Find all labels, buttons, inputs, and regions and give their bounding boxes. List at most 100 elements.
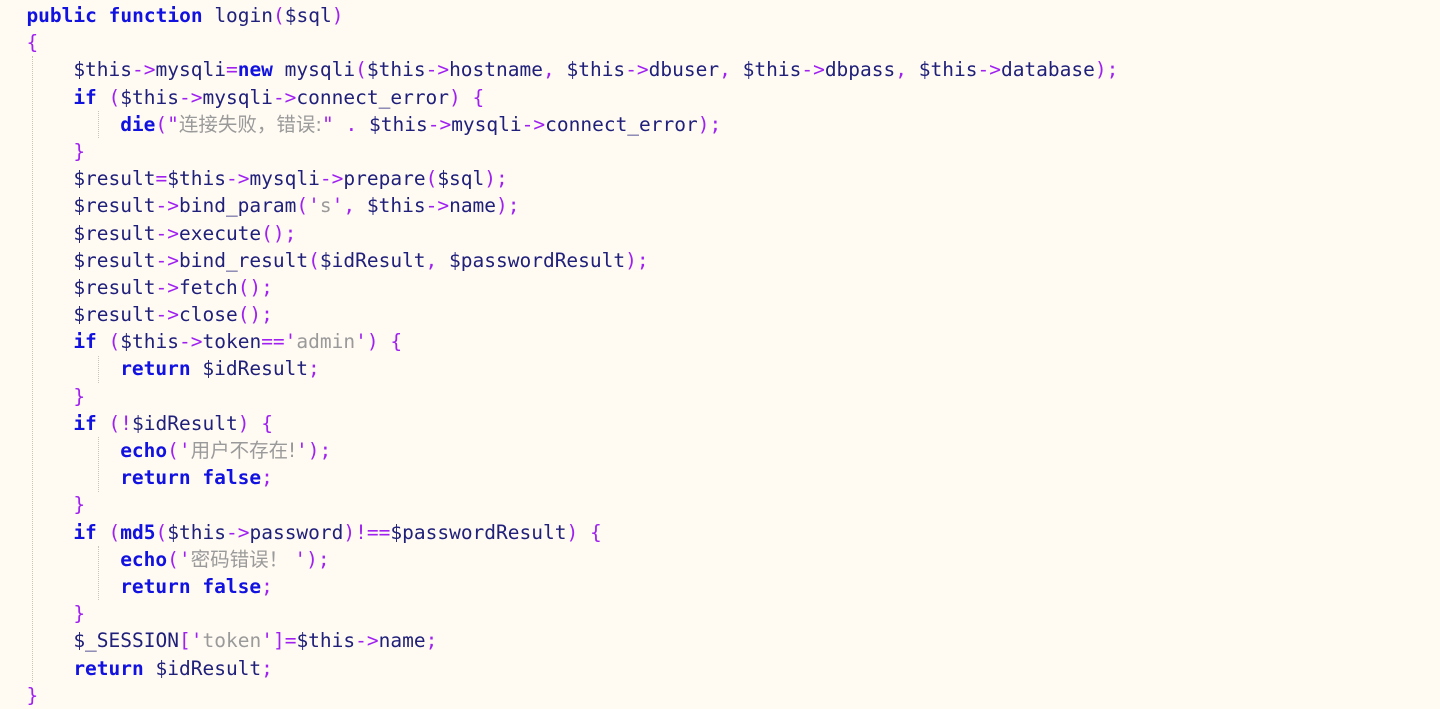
code-token: } bbox=[73, 493, 86, 517]
code-token: ( bbox=[108, 85, 121, 109]
code-token: $result bbox=[73, 194, 156, 218]
code-token: (); bbox=[237, 303, 273, 327]
code-token: -> bbox=[155, 248, 179, 272]
code-token: ' bbox=[308, 194, 320, 218]
code-token: execute bbox=[178, 221, 262, 245]
code-token: ; bbox=[261, 466, 273, 490]
code-token: if bbox=[73, 411, 97, 435]
code-line: die("连接失败，错误:" . $this->mysqli->connect_… bbox=[0, 111, 1440, 138]
code-token: ' bbox=[178, 547, 191, 571]
code-token: ( bbox=[108, 330, 121, 354]
code-token: dbuser bbox=[648, 58, 720, 82]
code-token: ' bbox=[295, 439, 308, 462]
code-token: (); bbox=[261, 221, 297, 245]
code-token: $this bbox=[366, 58, 426, 82]
code-token: mysqli bbox=[249, 167, 320, 191]
code-token: login bbox=[214, 4, 274, 27]
code-token: 连接失败，错误: bbox=[178, 112, 322, 136]
code-token: } bbox=[73, 384, 86, 408]
code-line: echo('密码错误！ '); bbox=[0, 546, 1440, 573]
code-token: connect_error bbox=[296, 85, 450, 109]
code-token: echo bbox=[120, 439, 168, 462]
code-token: $result bbox=[73, 248, 156, 272]
code-token: ); bbox=[496, 194, 520, 218]
code-token: , bbox=[425, 248, 438, 272]
code-token: $this bbox=[907, 58, 978, 82]
code-token: $idResult bbox=[190, 357, 309, 381]
code-token: ( bbox=[155, 520, 168, 544]
code-line: } bbox=[0, 383, 1440, 410]
code-token: if bbox=[73, 520, 97, 544]
code-token: -> bbox=[355, 629, 379, 653]
code-token: bind_param bbox=[178, 194, 297, 218]
code-line: echo('用户不存在!'); bbox=[0, 437, 1440, 464]
code-token: ( bbox=[155, 112, 168, 136]
code-token: -> bbox=[521, 112, 546, 136]
code-token: die bbox=[120, 112, 156, 136]
code-token: token bbox=[202, 629, 262, 653]
code-token: . bbox=[345, 112, 358, 136]
code-token: function bbox=[108, 4, 203, 27]
code-token: hostname bbox=[449, 58, 543, 82]
code-viewer[interactable]: public function login($sql){$this->mysql… bbox=[0, 0, 1440, 707]
code-token: new bbox=[237, 58, 273, 82]
code-token: -> bbox=[801, 58, 825, 82]
code-token: return bbox=[120, 357, 191, 381]
code-line: $result=$this->mysqli->prepare($sql); bbox=[0, 165, 1440, 192]
code-token: ' bbox=[178, 439, 191, 462]
code-token: database bbox=[1000, 58, 1095, 82]
code-token: name bbox=[449, 194, 497, 218]
code-lines: public function login($sql){$this->mysql… bbox=[0, 0, 1440, 709]
code-token: , bbox=[719, 58, 731, 82]
code-token: ( bbox=[308, 248, 320, 272]
code-token: $this bbox=[554, 58, 626, 82]
code-token: fetch bbox=[178, 275, 238, 299]
code-token: if bbox=[73, 330, 97, 354]
code-token: (); bbox=[237, 275, 273, 299]
code-token: == bbox=[261, 330, 285, 354]
code-token: , bbox=[895, 58, 908, 82]
code-token: ); bbox=[697, 112, 722, 136]
code-token: ( bbox=[167, 439, 179, 462]
code-token: $this bbox=[73, 58, 133, 82]
code-token: $this bbox=[120, 85, 179, 109]
code-line: } bbox=[0, 682, 1440, 709]
code-token: dbpass bbox=[824, 58, 896, 82]
code-token: ); bbox=[625, 248, 649, 272]
code-token: ) bbox=[449, 85, 461, 109]
code-line: if (!$idResult) { bbox=[0, 410, 1440, 437]
code-token: bind_result bbox=[178, 248, 309, 272]
code-line: $this->mysqli=new mysqli($this->hostname… bbox=[0, 56, 1440, 83]
code-token: name bbox=[378, 629, 426, 653]
code-token: } bbox=[73, 602, 86, 626]
code-token: ) bbox=[331, 4, 344, 27]
code-token: -> bbox=[425, 58, 450, 82]
code-token: ( bbox=[167, 547, 179, 571]
code-token: { bbox=[261, 411, 273, 435]
code-token: $this bbox=[120, 330, 179, 354]
code-token: -> bbox=[319, 167, 344, 191]
code-token: (! bbox=[108, 411, 133, 435]
code-token: $sql bbox=[437, 167, 485, 191]
code-token: -> bbox=[427, 112, 452, 136]
code-token: = bbox=[284, 629, 297, 653]
code-token: $this bbox=[167, 167, 226, 191]
code-token: -> bbox=[155, 275, 179, 299]
code-token: $this bbox=[357, 112, 428, 136]
code-line: $result->bind_param('s', $this->name); bbox=[0, 192, 1440, 219]
code-token: token bbox=[202, 330, 262, 354]
code-token: -> bbox=[179, 85, 203, 109]
code-token: $idResult bbox=[143, 656, 262, 680]
code-token: 用户不存在! bbox=[190, 439, 296, 462]
code-line: if (md5($this->password)!==$passwordResu… bbox=[0, 519, 1440, 546]
code-token: -> bbox=[225, 520, 250, 544]
code-token: false bbox=[202, 466, 262, 490]
